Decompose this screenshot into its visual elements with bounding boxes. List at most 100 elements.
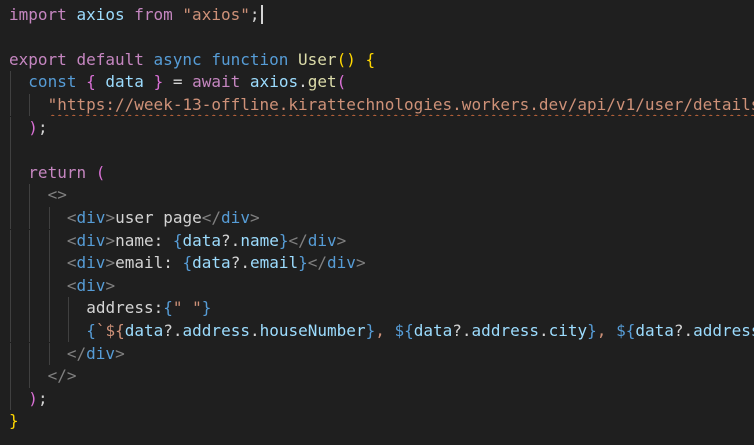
code-token: data xyxy=(124,320,164,340)
indent-guide xyxy=(29,274,31,298)
code-line[interactable]: </div> xyxy=(0,342,754,366)
indent-guide xyxy=(10,139,11,162)
code-token: </ xyxy=(201,207,222,227)
code-line[interactable]: <div>email: {data?.email}</div> xyxy=(0,252,754,275)
code-token: address xyxy=(693,320,754,340)
code-token: ${ xyxy=(616,320,636,340)
code-text: <> xyxy=(48,184,67,207)
code-token: . xyxy=(298,72,308,92)
code-token: address: xyxy=(86,298,164,318)
code-token: data xyxy=(413,320,453,340)
code-line[interactable]: <> xyxy=(0,184,754,207)
code-token: > xyxy=(105,207,116,227)
code-token: </> xyxy=(47,366,77,386)
indent-guide xyxy=(48,297,50,320)
code-line[interactable]: } xyxy=(0,410,754,433)
code-line[interactable]: export default async function User() { xyxy=(0,49,754,72)
indent-guide xyxy=(10,297,11,320)
code-line[interactable]: ); xyxy=(0,387,754,411)
code-line[interactable]: <div> xyxy=(0,274,754,298)
code-text: </> xyxy=(48,365,77,388)
code-line[interactable]: const { data } = await axios.get( xyxy=(0,71,754,94)
indent-guide xyxy=(29,93,31,117)
indent-guide xyxy=(10,161,11,185)
code-token: ( xyxy=(336,72,347,92)
code-token: { xyxy=(86,72,96,92)
code-token: < xyxy=(66,230,77,250)
indent-guide xyxy=(48,319,50,343)
indent-guide xyxy=(29,365,31,388)
code-text: ); xyxy=(28,388,47,411)
code-token: function xyxy=(211,49,289,69)
code-token: axios xyxy=(249,72,299,92)
indent-guide xyxy=(10,229,11,253)
indent-guide xyxy=(10,274,11,298)
code-line[interactable]: <div>name: {data?.name}</div> xyxy=(0,229,754,253)
code-token: < xyxy=(66,253,77,273)
code-token: "axios" xyxy=(182,4,250,24)
code-token: div xyxy=(76,253,106,273)
code-token: city xyxy=(548,320,588,340)
code-token: `${ xyxy=(95,320,125,340)
code-text: ); xyxy=(28,117,47,140)
code-token: import xyxy=(9,4,67,24)
code-line[interactable] xyxy=(0,26,754,49)
indent-guide xyxy=(10,387,11,411)
indent-guide xyxy=(29,319,31,343)
code-token: { xyxy=(172,230,183,250)
indent-guide xyxy=(29,297,31,320)
code-token: </ xyxy=(66,343,87,363)
code-token: data xyxy=(192,253,231,273)
code-token: ?. xyxy=(163,320,183,340)
indent-guide xyxy=(29,184,31,207)
code-token: > xyxy=(105,230,116,250)
text-cursor xyxy=(260,4,263,24)
code-token: { xyxy=(365,49,376,69)
code-token: const xyxy=(28,72,77,92)
indent-guide xyxy=(29,252,31,275)
indent-guide xyxy=(10,184,11,207)
code-token: ?. xyxy=(452,320,472,340)
indent-guide xyxy=(29,342,31,366)
code-token: axios xyxy=(76,4,125,24)
code-line[interactable]: </> xyxy=(0,365,754,388)
code-line[interactable]: "https://week-13-offline.kirattechnologi… xyxy=(0,93,754,117)
code-editor[interactable]: import axios from "axios"; export default… xyxy=(0,0,754,445)
code-token: { xyxy=(163,298,173,318)
indent-guide xyxy=(10,252,11,275)
code-token: div xyxy=(76,275,106,295)
code-text: return ( xyxy=(28,162,105,185)
code-token: </ xyxy=(288,230,308,250)
code-line[interactable]: ); xyxy=(0,116,754,140)
code-token: houseNumber xyxy=(259,320,366,340)
indent-guide xyxy=(48,252,50,275)
code-token: ; xyxy=(37,117,48,137)
code-token: data xyxy=(635,320,674,340)
code-line[interactable]: {`${data?.address.houseNumber}, ${data?.… xyxy=(0,319,754,343)
code-token: div xyxy=(76,207,106,227)
code-line[interactable] xyxy=(0,139,754,162)
code-token: ) xyxy=(28,117,38,137)
code-line[interactable]: address:{" "} xyxy=(0,297,754,320)
code-token: div xyxy=(86,343,116,363)
code-token: > xyxy=(105,253,116,273)
code-line[interactable]: <div>user page</div> xyxy=(0,206,754,230)
code-token: async xyxy=(153,49,202,69)
code-line[interactable]: return ( xyxy=(0,161,754,185)
code-token: ?. xyxy=(673,320,694,340)
indent-guide xyxy=(10,93,11,117)
code-token: user page xyxy=(115,207,202,227)
code-token: email xyxy=(249,253,299,273)
code-token: div xyxy=(327,253,356,273)
code-token: "https://week-13-offline.kirattechnologi… xyxy=(47,94,754,114)
code-line[interactable]: import axios from "axios"; xyxy=(0,4,754,27)
code-token: " " xyxy=(172,298,202,318)
code-text: <div>name: {data?.name}</div> xyxy=(67,230,346,253)
code-token: ${ xyxy=(394,320,414,340)
